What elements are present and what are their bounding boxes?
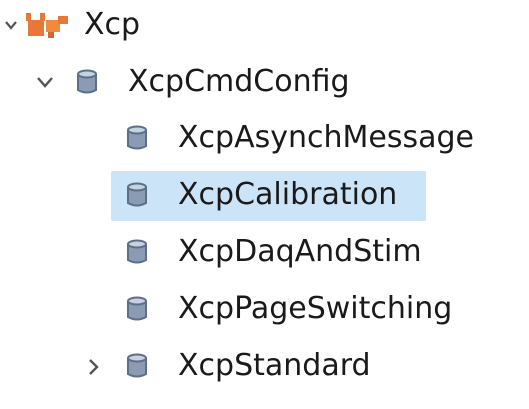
tree-node-label: XcpPageSwitching bbox=[178, 291, 453, 326]
database-icon bbox=[74, 67, 100, 97]
puzzle-module-icon bbox=[24, 10, 70, 44]
tree-node-label: XcpStandard bbox=[178, 348, 371, 383]
tree-node-xcpstandard[interactable]: XcpStandard bbox=[80, 343, 420, 389]
database-icon bbox=[124, 237, 150, 267]
tree-node-xcpasynchmessage[interactable]: XcpAsynchMessage bbox=[118, 115, 518, 161]
chevron-right-icon[interactable] bbox=[82, 356, 104, 378]
tree-node-xcppageswitching[interactable]: XcpPageSwitching bbox=[118, 286, 518, 332]
database-icon bbox=[124, 294, 150, 324]
chevron-down-icon[interactable] bbox=[0, 14, 22, 36]
tree-view: Xcp XcpCmdConfig XcpAsynchMessage XcpCal… bbox=[0, 0, 529, 409]
tree-node-label: XcpAsynchMessage bbox=[178, 120, 475, 155]
database-icon bbox=[124, 351, 150, 381]
tree-node-label: Xcp bbox=[84, 7, 141, 42]
tree-node-xcpcalibration[interactable]: XcpCalibration bbox=[118, 172, 418, 218]
database-icon bbox=[124, 123, 150, 153]
tree-node-xcpcmdconfig[interactable]: XcpCmdConfig bbox=[30, 59, 430, 105]
tree-node-label: XcpDaqAndStim bbox=[178, 234, 422, 269]
tree-node-xcp[interactable]: Xcp bbox=[0, 2, 200, 48]
tree-node-xcpdaqandstim[interactable]: XcpDaqAndStim bbox=[118, 229, 448, 275]
database-icon bbox=[124, 180, 150, 210]
chevron-down-icon[interactable] bbox=[34, 71, 56, 93]
tree-node-label: XcpCalibration bbox=[178, 177, 398, 212]
tree-node-label: XcpCmdConfig bbox=[128, 64, 350, 99]
